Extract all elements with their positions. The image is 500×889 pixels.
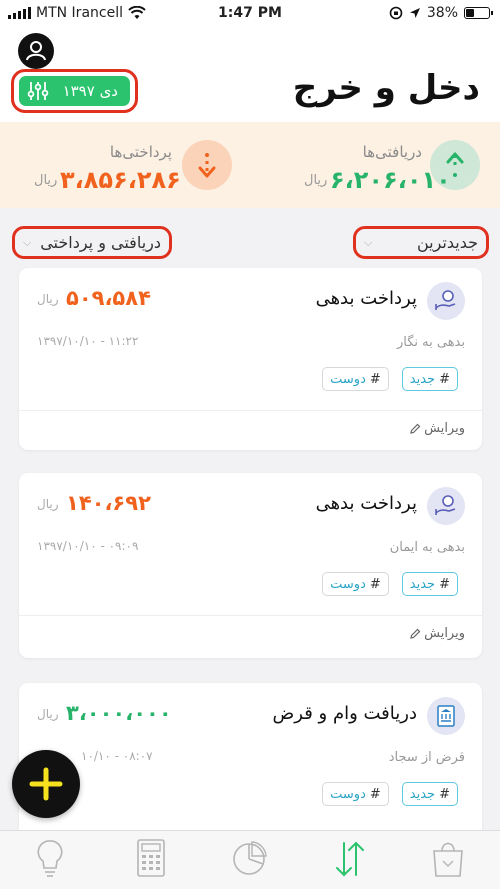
tag-chip[interactable]: # دوست	[322, 782, 389, 806]
profile-button[interactable]	[18, 33, 54, 69]
sort-label: جدیدترین	[416, 233, 478, 252]
tag-label: دوست	[330, 786, 366, 802]
divider	[19, 410, 482, 411]
tag-label: جدید	[409, 371, 436, 387]
transaction-card[interactable]: پرداخت بدهی ۱۴۰،۶۹۲ ریال بدهی به ایمان ۱…	[19, 473, 482, 658]
type-filter-label: دریافتی و پرداختی	[40, 233, 161, 252]
type-filter-dropdown[interactable]: دریافتی و پرداختی ⌵	[12, 226, 172, 259]
transaction-datetime: ۱۳۹۷/۱۰/۱۰ - ۰۹:۰۹	[37, 539, 139, 553]
rotation-lock-icon	[389, 6, 403, 20]
location-icon	[409, 8, 420, 18]
add-transaction-button[interactable]	[12, 750, 80, 818]
expense-amount: ۳،۸۵۶،۲۸۶	[60, 166, 181, 194]
transaction-title: پرداخت بدهی	[315, 493, 417, 514]
transaction-currency: ریال	[37, 497, 59, 511]
lightbulb-icon	[37, 840, 63, 877]
tag-chip[interactable]: # جدید	[401, 782, 458, 806]
summary-panel: دریافتی‌ها ۶،۲۰۶،۰۱۰ ریال پرداختی‌ها ۳،۸…	[0, 122, 500, 208]
tag-chip[interactable]: # دوست	[322, 367, 389, 391]
app-header: دی ۱۳۹۷ دخل و خرج	[0, 28, 500, 122]
pie-chart-icon	[233, 841, 267, 875]
hash-icon: #	[369, 786, 381, 802]
user-avatar-icon	[26, 41, 46, 61]
tag-list: # جدید # دوست	[322, 782, 458, 806]
income-amount: ۶،۲۰۶،۰۱۰	[330, 166, 451, 194]
hash-icon: #	[439, 371, 450, 387]
hash-icon: #	[439, 576, 450, 592]
plus-icon	[29, 767, 63, 801]
expense-label: پرداختی‌ها	[109, 143, 172, 161]
transaction-title: دریافت وام و قرض	[272, 703, 417, 724]
tag-label: جدید	[409, 576, 436, 592]
calculator-icon	[137, 839, 165, 877]
category-icon-circle	[427, 282, 465, 320]
tab-transactions[interactable]	[327, 837, 373, 881]
tab-reports[interactable]	[227, 837, 273, 881]
edit-label: ویرایش	[424, 421, 465, 436]
edit-button[interactable]: ویرایش	[409, 421, 465, 436]
sliders-icon	[27, 82, 49, 100]
chevron-down-icon: ⌵	[364, 235, 373, 249]
pencil-icon	[410, 628, 421, 639]
transaction-note: قرض از سجاد	[388, 750, 465, 765]
category-icon-circle	[427, 697, 465, 735]
transaction-card[interactable]: دریافت وام و قرض ۳،۰۰۰،۰۰۰ ریال قرض از س…	[19, 683, 482, 843]
date-filter-highlight: دی ۱۳۹۷	[11, 69, 138, 113]
date-filter-label: دی ۱۳۹۷	[62, 82, 118, 100]
transaction-currency: ریال	[37, 707, 59, 721]
tab-calculator[interactable]	[128, 837, 174, 881]
income-summary[interactable]: دریافتی‌ها ۶،۲۰۶،۰۱۰ ریال	[300, 137, 490, 194]
tag-chip[interactable]: # جدید	[401, 572, 458, 596]
tag-list: # جدید # دوست	[322, 367, 458, 391]
transaction-datetime: ۱۳۹۷/۱۰/۱۰ - ۱۱:۲۲	[37, 334, 139, 348]
transaction-card[interactable]: پرداخت بدهی ۵۰۹،۵۸۴ ریال بدهی به نگار ۱۳…	[19, 268, 482, 450]
hand-coin-icon	[435, 290, 456, 310]
tag-chip[interactable]: # دوست	[322, 572, 389, 596]
tag-label: دوست	[330, 576, 366, 592]
tag-chip[interactable]: # جدید	[401, 367, 458, 391]
up-down-arrows-icon	[336, 841, 364, 877]
transaction-note: بدهی به ایمان	[389, 540, 465, 555]
status-right: 38%	[389, 5, 493, 21]
expense-summary[interactable]: پرداختی‌ها ۳،۸۵۶،۲۸۶ ریال	[30, 137, 240, 194]
income-label: دریافتی‌ها	[362, 143, 422, 161]
tab-bar	[0, 830, 500, 889]
transaction-amount: ۵۰۹،۵۸۴	[66, 286, 151, 310]
edit-button[interactable]: ویرایش	[409, 626, 465, 641]
edit-label: ویرایش	[424, 626, 465, 641]
tag-label: جدید	[409, 786, 436, 802]
chevron-down-icon: ⌵	[23, 235, 32, 249]
transaction-title: پرداخت بدهی	[315, 288, 417, 309]
expense-currency: ریال	[34, 173, 58, 188]
transaction-amount: ۱۴۰،۶۹۲	[66, 491, 151, 515]
income-currency: ریال	[304, 173, 328, 188]
hand-coin-icon	[435, 495, 456, 515]
hash-icon: #	[369, 371, 381, 387]
hash-icon: #	[439, 786, 450, 802]
battery-icon	[464, 7, 493, 19]
transaction-datetime: ۱۰/۱۰ - ۰۸:۰۷	[81, 749, 153, 763]
date-filter-button[interactable]: دی ۱۳۹۷	[19, 76, 130, 106]
page-title: دخل و خرج	[292, 68, 480, 108]
tab-tips[interactable]	[27, 837, 73, 881]
transaction-note: بدهی به نگار	[396, 335, 465, 350]
status-bar: MTN Irancell 1:47 PM 38%	[0, 0, 500, 28]
divider	[19, 615, 482, 616]
expense-icon-circle	[182, 140, 232, 190]
bank-document-icon	[437, 705, 455, 727]
transaction-amount: ۳،۰۰۰،۰۰۰	[66, 701, 172, 725]
shopping-bag-icon	[433, 842, 463, 877]
sort-dropdown[interactable]: جدیدترین ⌵	[353, 226, 489, 259]
arrow-down-icon	[198, 153, 216, 178]
pencil-icon	[410, 423, 421, 434]
battery-percent: 38%	[426, 5, 458, 21]
hash-icon: #	[369, 576, 381, 592]
tag-list: # جدید # دوست	[322, 572, 458, 596]
tag-label: دوست	[330, 371, 366, 387]
tab-shop[interactable]	[425, 837, 471, 881]
transaction-currency: ریال	[37, 292, 59, 306]
category-icon-circle	[427, 487, 465, 525]
